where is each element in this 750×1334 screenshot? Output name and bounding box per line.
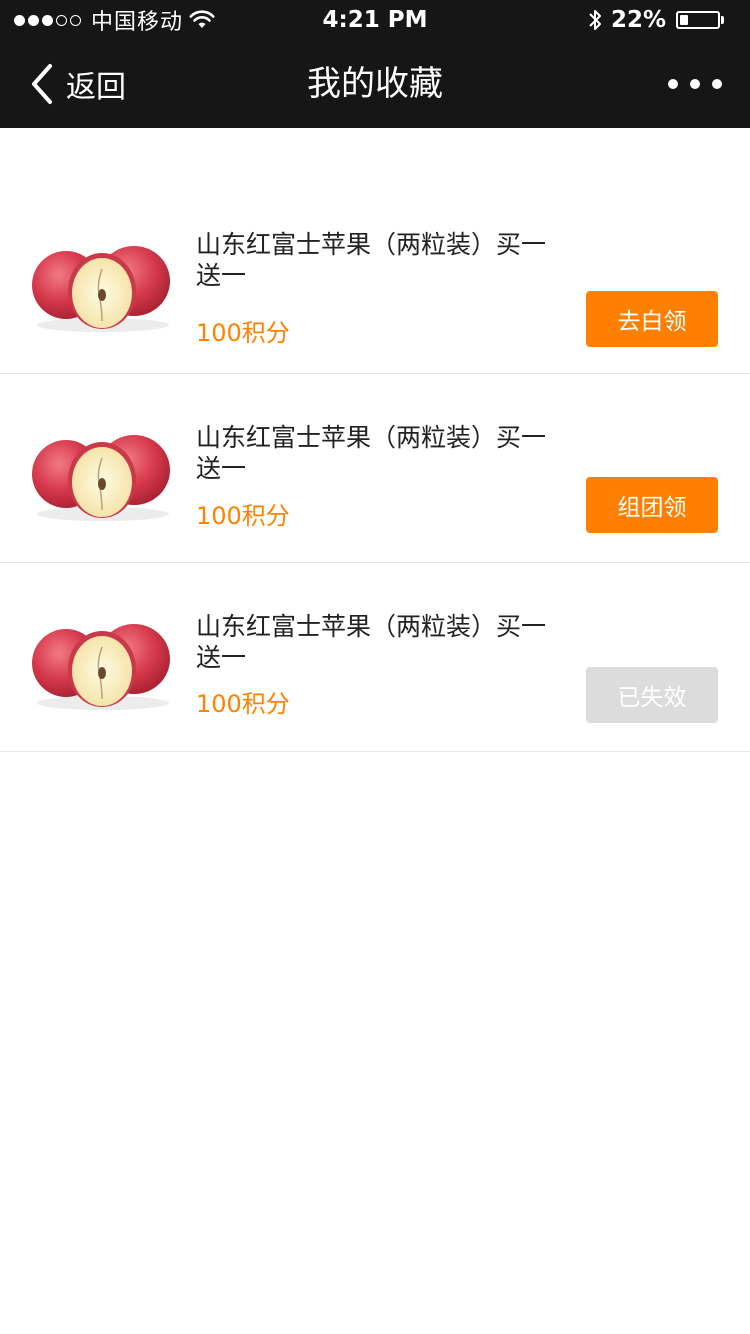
battery-fill [680, 15, 688, 25]
bluetooth-icon [589, 10, 601, 30]
product-title: 山东红富士苹果（两粒装）买一送一 [196, 230, 547, 290]
product-title: 山东红富士苹果（两粒装）买一送一 [196, 612, 547, 672]
more-dots-icon [712, 79, 722, 89]
status-right: 22% [587, 0, 724, 40]
list-item[interactable]: 山东红富士苹果（两粒装）买一送一 100积分 去白领 [0, 185, 750, 374]
back-button[interactable]: 返回 [30, 40, 126, 128]
page-title: 我的收藏 [307, 64, 443, 104]
apple-product-image [32, 246, 170, 332]
product-title: 山东红富士苹果（两粒装）买一送一 [196, 423, 547, 483]
product-points: 100积分 [196, 690, 290, 718]
list-item[interactable]: 山东红富士苹果（两粒装）买一送一 100积分 组团领 [0, 374, 750, 563]
more-dots-icon [690, 79, 700, 89]
favorites-page: 中国移动 4:21 PM 22% 返回 我的收藏 山东红富士苹果（两粒装）买一送… [0, 0, 750, 1334]
apple-product-image [32, 435, 170, 521]
favorites-list: 山东红富士苹果（两粒装）买一送一 100积分 去白领 山东红富士苹果（两粒装）买… [0, 185, 750, 752]
expired-button: 已失效 [586, 667, 718, 723]
more-button[interactable] [668, 40, 722, 128]
claim-button[interactable]: 去白领 [586, 291, 718, 347]
list-item[interactable]: 山东红富士苹果（两粒装）买一送一 100积分 已失效 [0, 563, 750, 752]
battery-percentage: 22% [610, 7, 666, 33]
product-points: 100积分 [196, 319, 290, 347]
more-dots-icon [668, 79, 678, 89]
battery-tip [721, 16, 724, 24]
product-points: 100积分 [196, 502, 290, 530]
status-bar: 中国移动 4:21 PM 22% [0, 0, 750, 40]
back-label: 返回 [66, 70, 126, 105]
battery-icon [676, 11, 720, 29]
navigation-bar: 返回 我的收藏 [0, 40, 750, 128]
chevron-left-icon [32, 64, 52, 104]
group-claim-button[interactable]: 组团领 [586, 477, 718, 533]
apple-product-image [32, 624, 170, 710]
